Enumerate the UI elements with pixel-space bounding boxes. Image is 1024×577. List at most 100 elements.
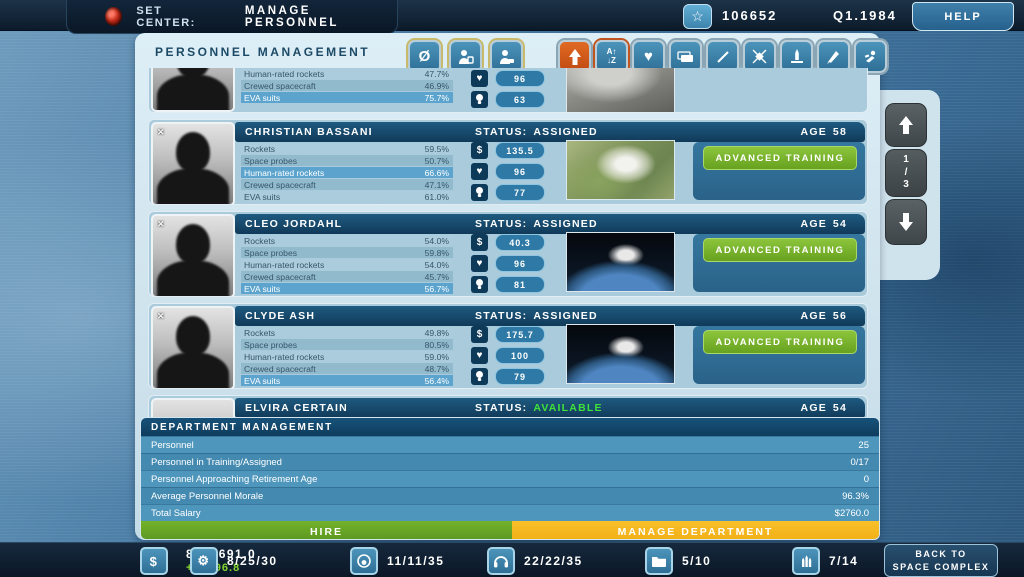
personnel-age: AGE56 (795, 310, 847, 322)
skill-points-stat: 77 (471, 184, 549, 201)
department-rows: Personnel25 Personnel in Training/Assign… (141, 436, 879, 521)
morale-stat: ♥ 96 (471, 70, 549, 87)
headset-icon (487, 547, 515, 575)
skill-points-stat: 63 (471, 91, 549, 108)
personnel-status: STATUS:ASSIGNED (475, 218, 725, 230)
training-panel: ADVANCED TRAINING (693, 142, 865, 200)
stat-list: ♥ 96 63 (471, 70, 549, 112)
personnel-header: ELVIRA CERTAIN STATUS:AVAILABLE AGE54 (235, 398, 865, 418)
counter-missions: 5/10 (645, 547, 711, 575)
advanced-training-button[interactable]: ADVANCED TRAINING (703, 238, 857, 262)
department-buttons: HIRE MANAGE DEPARTMENT (141, 521, 879, 540)
heart-icon: ♥ (471, 347, 488, 364)
slash-icon (715, 49, 731, 65)
launch-pad-icon (789, 48, 805, 65)
dollar-icon: $ (471, 326, 488, 343)
heart-icon: ♥ (471, 70, 488, 87)
salary-stat: $ 40.3 (471, 234, 549, 251)
advanced-training-button[interactable]: ADVANCED TRAINING (703, 146, 857, 170)
personnel-row[interactable]: ✕ CHRISTIAN BASSANI STATUS:ASSIGNED AGE5… (148, 119, 868, 205)
department-title: DEPARTMENT MANAGEMENT (141, 418, 879, 436)
portrait: ✕ (151, 306, 235, 389)
salary-stat: $ 175.7 (471, 326, 549, 343)
dollar-icon: $ (471, 142, 488, 159)
dismiss-button[interactable]: ✕ (157, 127, 165, 138)
center-label: SET CENTER: (136, 5, 218, 29)
panel-title: PERSONNEL MANAGEMENT (155, 45, 370, 59)
counter-engineers: ⚙ 8/25/30 (190, 547, 278, 575)
department-row: Average Personnel Morale96.3% (141, 487, 879, 504)
personnel-row[interactable]: ✕ CLEO JORDAHL STATUS:ASSIGNED AGE54 Roc… (148, 211, 868, 297)
skill-list: Rockets49.8% Space probes80.5% Human-rat… (241, 327, 453, 387)
mission-photo (566, 68, 675, 113)
astronaut-jet-icon (862, 48, 879, 65)
morale-stat: ♥ 96 (471, 255, 549, 272)
personnel-list: Human-rated rockets47.7% Crewed spacecra… (148, 68, 866, 424)
scroll-up-button[interactable] (885, 103, 927, 147)
portrait: ✕ (151, 214, 235, 297)
back-to-space-complex-button[interactable]: BACK TO SPACE COMPLEX (884, 544, 998, 577)
person-case-icon (498, 48, 516, 66)
satellite-icon (751, 48, 768, 65)
arrow-up-icon (568, 49, 582, 65)
lightbulb-icon (471, 368, 488, 385)
mission-photo (566, 324, 675, 384)
folder-icon (645, 547, 673, 575)
portrait (151, 68, 235, 112)
money-icon (677, 50, 694, 64)
dismiss-button[interactable]: ✕ (157, 311, 165, 322)
morale-stat: ♥ 96 (471, 163, 549, 180)
prestige-star-icon: ☆ (683, 4, 712, 29)
heart-icon: ♥ (471, 163, 488, 180)
personnel-row[interactable]: ✕ CLYDE ASH STATUS:ASSIGNED AGE56 Rocket… (148, 303, 868, 389)
hide-icon: Ø (419, 48, 431, 65)
skill-points-stat: 81 (471, 276, 549, 293)
heart-icon: ♥ (471, 255, 488, 272)
hire-button[interactable]: HIRE (141, 521, 512, 540)
department-panel: DEPARTMENT MANAGEMENT Personnel25 Person… (140, 417, 880, 540)
dollar-icon: $ (471, 234, 488, 251)
manage-department-button[interactable]: MANAGE DEPARTMENT (512, 521, 879, 540)
rockets-icon (792, 547, 820, 575)
heart-icon: ♥ (644, 49, 653, 64)
help-button[interactable]: HELP (912, 2, 1014, 31)
personnel-status: STATUS:ASSIGNED (475, 310, 725, 322)
game-date: Q1.1984 (833, 8, 897, 23)
screen-title: MANAGE PERSONNEL (245, 5, 397, 29)
satellite-dish-icon (350, 547, 378, 575)
portrait: ✕ (151, 122, 235, 205)
screen-title-tab: SET CENTER: MANAGE PERSONNEL (66, 0, 398, 34)
mission-photo (566, 140, 675, 200)
counter-scientists: 11/11/35 (350, 547, 444, 575)
scroll-down-button[interactable] (885, 199, 927, 245)
skill-list: Human-rated rockets47.7% Crewed spacecra… (241, 68, 453, 104)
stat-list: $ 40.3 ♥ 96 81 (471, 234, 549, 297)
department-row: Personnel Approaching Retirement Age0 (141, 470, 879, 487)
skill-list: Rockets54.0% Space probes59.8% Human-rat… (241, 235, 453, 295)
personnel-name: CLYDE ASH (245, 310, 475, 322)
personnel-status: STATUS:ASSIGNED (475, 126, 725, 138)
personnel-header: CLYDE ASH STATUS:ASSIGNED AGE56 (235, 306, 865, 326)
personnel-status: STATUS:AVAILABLE (475, 402, 725, 414)
stat-list: $ 175.7 ♥ 100 79 (471, 326, 549, 389)
salary-stat: $ 135.5 (471, 142, 549, 159)
lightbulb-icon (471, 184, 488, 201)
arrow-down-icon (898, 212, 914, 232)
portrait (151, 398, 235, 418)
department-row: Personnel in Training/Assigned0/17 (141, 453, 879, 470)
person-book-icon (457, 48, 475, 66)
personnel-age: AGE54 (795, 402, 847, 414)
az-sort-icon: A↑ ↓Z (607, 48, 617, 65)
personnel-age: AGE58 (795, 126, 847, 138)
advanced-training-button[interactable]: ADVANCED TRAINING (703, 330, 857, 354)
counter-flight-controllers: 22/22/35 (487, 547, 583, 575)
gear-icon: ⚙ (190, 547, 218, 575)
lightbulb-icon (471, 91, 488, 108)
training-panel: ADVANCED TRAINING (693, 326, 865, 384)
dismiss-button[interactable]: ✕ (157, 219, 165, 230)
personnel-row-partial[interactable]: ELVIRA CERTAIN STATUS:AVAILABLE AGE54 (148, 395, 868, 418)
page-indicator: 1 / 3 (885, 149, 927, 197)
personnel-row-partial[interactable]: Human-rated rockets47.7% Crewed spacecra… (148, 68, 868, 113)
morale-stat: ♥ 100 (471, 347, 549, 364)
personnel-header: CLEO JORDAHL STATUS:ASSIGNED AGE54 (235, 214, 865, 234)
